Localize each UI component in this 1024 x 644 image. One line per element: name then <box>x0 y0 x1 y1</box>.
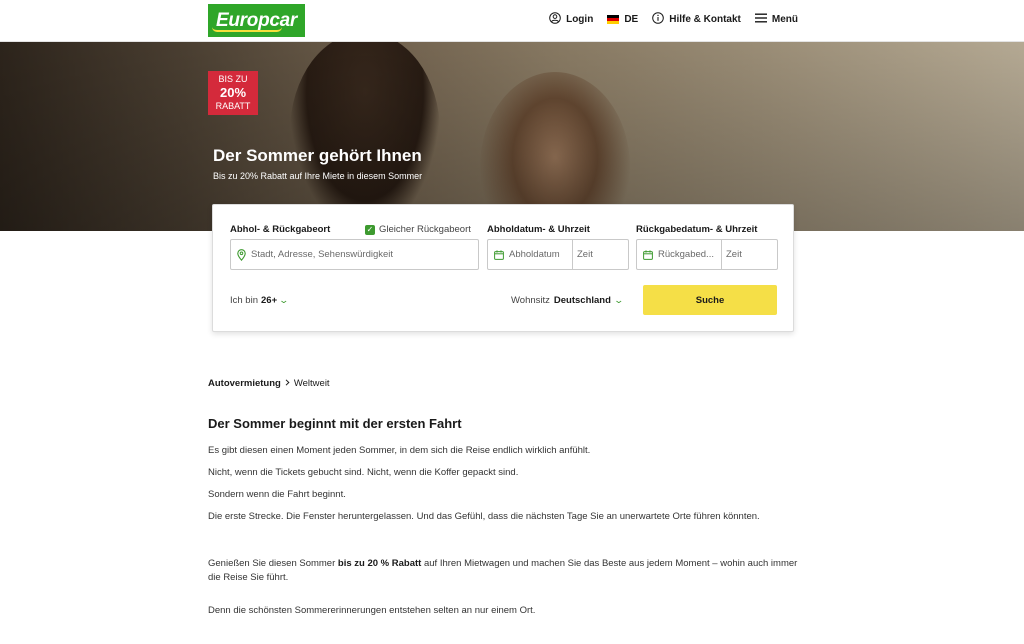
user-icon <box>549 12 561 27</box>
chevron-right-icon <box>285 378 290 389</box>
breadcrumb: Autovermietung Weltweit <box>208 378 330 389</box>
pickup-time-placeholder: Zeit <box>577 249 593 260</box>
content-title: Der Sommer beginnt mit der ersten Fahrt <box>208 416 462 431</box>
return-date-placeholder: Rückgabed... <box>658 249 714 260</box>
language-label: DE <box>624 14 639 25</box>
age-prefix: Ich bin <box>230 295 258 306</box>
paragraph-2: Nicht, wenn die Tickets gebucht sind. Ni… <box>208 467 519 478</box>
check-icon: ✓ <box>365 224 375 235</box>
menu-label: Menü <box>771 14 798 25</box>
help-contact-link[interactable]: Hilfe & Kontakt <box>652 12 741 27</box>
logo-swoosh-icon <box>212 27 282 32</box>
header-nav: Login DE Hilfe & Kontakt Menü <box>549 12 798 27</box>
return-time-input[interactable]: Zeit <box>722 240 742 269</box>
return-date-input[interactable]: Rückgabed... <box>637 240 721 269</box>
residence-selector[interactable]: Wohnsitz Deutschland ⌄ <box>511 295 624 306</box>
menu-icon <box>754 13 767 26</box>
breadcrumb-autovermietung[interactable]: Autovermietung <box>208 378 281 389</box>
paragraph-5-start: Genießen Sie diesen Sommer <box>208 558 338 569</box>
hero-title: Der Sommer gehört Ihnen <box>213 146 422 165</box>
age-value: 26+ <box>261 295 278 306</box>
pickup-time-input[interactable]: Zeit <box>573 240 593 269</box>
pickup-date-input[interactable]: Abholdatum <box>488 240 572 269</box>
language-selector[interactable]: DE <box>607 14 638 25</box>
residence-label: Wohnsitz <box>511 295 550 306</box>
paragraph-6: Denn die schönsten Sommererinnerungen en… <box>208 605 536 616</box>
badge-line3: RABATT <box>215 101 251 112</box>
pickup-date-placeholder: Abholdatum <box>509 249 560 260</box>
location-pin-icon <box>237 248 246 261</box>
discount-badge: BIS ZU 20% RABATT <box>208 71 258 115</box>
calendar-icon <box>494 249 504 260</box>
login-link[interactable]: Login <box>549 12 593 27</box>
chevron-down-icon: ⌄ <box>613 295 624 305</box>
paragraph-5-highlight: bis zu 20 % Rabatt <box>337 558 422 569</box>
search-button[interactable]: Suche <box>643 285 777 315</box>
location-label: Abhol- & Rückgabeort <box>230 224 331 235</box>
menu-button[interactable]: Menü <box>754 13 798 26</box>
germany-flag-icon <box>607 15 620 24</box>
location-placeholder: Stadt, Adresse, Sehenswürdigkeit <box>251 249 394 260</box>
badge-line1: BIS ZU <box>218 74 248 84</box>
info-icon <box>652 12 665 27</box>
paragraph-4: Die erste Strecke. Die Fenster herunterg… <box>208 511 760 522</box>
age-selector[interactable]: Ich bin 26+ ⌄ <box>230 295 290 306</box>
booking-widget: Abhol- & Rückgabeort ✓ Gleicher Rückgabe… <box>212 204 794 332</box>
pickup-datetime-label: Abholdatum- & Uhrzeit <box>487 224 590 235</box>
badge-percent: 20% <box>219 84 247 100</box>
help-label: Hilfe & Kontakt <box>669 14 741 25</box>
pickup-datetime-field: Abholdatum Zeit <box>487 239 629 270</box>
chevron-down-icon: ⌄ <box>278 295 290 305</box>
same-return-checkbox[interactable]: ✓ Gleicher Rückgabeort <box>365 224 471 235</box>
hero-overlay <box>0 42 1024 231</box>
return-datetime-field: Rückgabed... Zeit <box>636 239 778 270</box>
paragraph-5: Genießen Sie diesen Sommer bis zu 20 % R… <box>208 557 798 585</box>
hero-subtitle: Bis zu 20% Rabatt auf Ihre Miete in dies… <box>213 171 423 181</box>
residence-value: Deutschland <box>553 295 611 306</box>
site-header: Europcar Login DE Hilfe & Kontakt Menü <box>0 0 1024 42</box>
login-label: Login <box>566 14 594 25</box>
location-input[interactable]: Stadt, Adresse, Sehenswürdigkeit <box>230 239 479 270</box>
return-datetime-label: Rückgabedatum- & Uhrzeit <box>636 224 758 235</box>
paragraph-1: Es gibt diesen einen Moment jeden Sommer… <box>208 445 591 456</box>
hero-banner <box>0 42 1024 231</box>
breadcrumb-weltweit: Weltweit <box>293 378 330 389</box>
return-time-placeholder: Zeit <box>726 249 742 260</box>
calendar-icon <box>643 249 653 260</box>
europcar-logo[interactable]: Europcar <box>208 4 305 37</box>
paragraph-3: Sondern wenn die Fahrt beginnt. <box>208 489 346 500</box>
same-return-label: Gleicher Rückgabeort <box>379 224 471 235</box>
